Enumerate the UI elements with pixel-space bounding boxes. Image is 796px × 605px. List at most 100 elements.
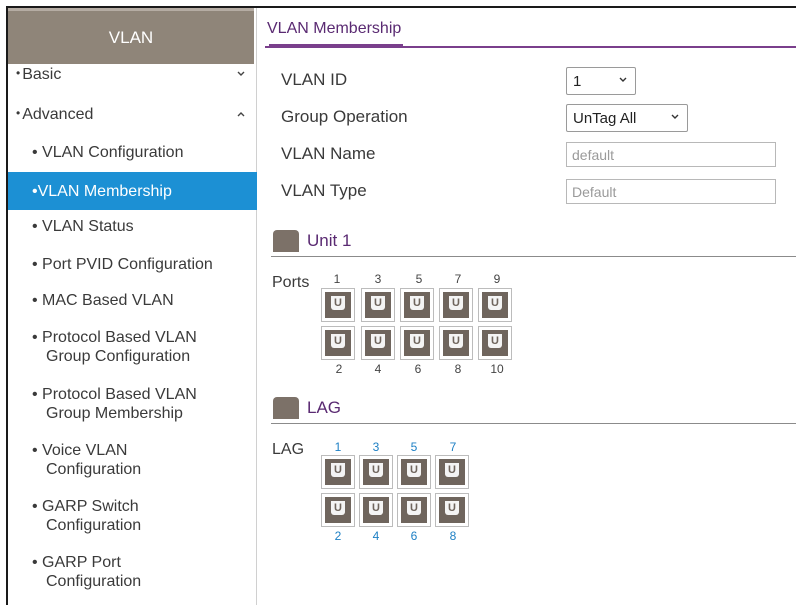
tab-vlan-membership[interactable]: VLAN Membership	[267, 20, 404, 47]
port-mark: U	[371, 334, 385, 348]
sidebar-item-protocol-based-vlan-group-configuration[interactable]: • Protocol Based VLAN Group Configuration	[8, 328, 257, 366]
group-operation-select[interactable]: UnTag All	[566, 104, 688, 132]
sidebar-item-label-line2: Group Membership	[46, 405, 183, 422]
lag-number: 2	[334, 529, 342, 543]
chevron-up-icon	[237, 112, 245, 117]
sidebar-item-vlan-configuration[interactable]: • VLAN Configuration	[8, 143, 257, 162]
sidebar-item-voice-vlan-configuration[interactable]: • Voice VLAN Configuration	[8, 441, 257, 479]
lag-8[interactable]: U	[435, 493, 469, 527]
port-number: 2	[335, 362, 343, 376]
tab-bar: VLAN Membership	[265, 14, 796, 48]
port-7[interactable]: U	[439, 288, 473, 322]
folder-icon	[273, 230, 299, 252]
lag-section-title: LAG	[307, 398, 342, 417]
unit-section-title: Unit 1	[307, 231, 352, 250]
sidebar-item-port-pvid-configuration[interactable]: • Port PVID Configuration	[8, 255, 257, 274]
chevron-down-icon	[237, 71, 245, 76]
port-number: 9	[493, 272, 501, 286]
port-2[interactable]: U	[321, 326, 355, 360]
port-mark: U	[410, 334, 424, 348]
port-icon: U	[365, 330, 391, 356]
port-mark: U	[410, 296, 424, 310]
sidebar-item-label: Protocol Based VLAN	[42, 386, 197, 403]
bullet-icon: •	[16, 106, 21, 120]
sidebar-item-label: Advanced	[22, 106, 94, 123]
port-icon: U	[482, 330, 508, 356]
vlan-name-field[interactable]: default	[566, 142, 776, 167]
lag-3[interactable]: U	[359, 455, 393, 489]
sidebar-item-label: Voice VLAN	[42, 442, 128, 459]
sidebar-item-garp-switch-configuration[interactable]: • GARP Switch Configuration	[8, 497, 257, 535]
sidebar-item-label: MAC Based VLAN	[42, 292, 174, 309]
lag-7[interactable]: U	[435, 455, 469, 489]
group-operation-label: Group Operation	[281, 107, 408, 126]
port-10[interactable]: U	[478, 326, 512, 360]
port-icon: U	[401, 497, 427, 523]
port-icon: U	[443, 330, 469, 356]
port-mark: U	[407, 501, 421, 515]
sidebar-item-advanced[interactable]: • Advanced	[8, 106, 257, 124]
port-6[interactable]: U	[400, 326, 434, 360]
lag-number: 8	[449, 529, 457, 543]
port-number: 7	[454, 272, 462, 286]
lag-label: LAG	[272, 441, 305, 458]
port-4[interactable]: U	[361, 326, 395, 360]
sidebar-item-protocol-based-vlan-group-membership[interactable]: • Protocol Based VLAN Group Membership	[8, 385, 257, 423]
sidebar-item-label-line2: Configuration	[46, 573, 142, 590]
lag-4[interactable]: U	[359, 493, 393, 527]
port-icon: U	[325, 330, 351, 356]
lag-number: 4	[372, 529, 380, 543]
sidebar-item-label: VLAN Configuration	[42, 144, 184, 161]
port-mark: U	[331, 463, 345, 477]
vlan-type-label: VLAN Type	[281, 181, 367, 200]
port-icon: U	[363, 497, 389, 523]
port-8[interactable]: U	[439, 326, 473, 360]
port-icon: U	[404, 292, 430, 318]
port-icon: U	[443, 292, 469, 318]
lag-number: 1	[334, 440, 342, 454]
port-3[interactable]: U	[361, 288, 395, 322]
sidebar-item-garp-port-configuration[interactable]: • GARP Port Configuration	[8, 553, 257, 591]
port-mark: U	[445, 501, 459, 515]
sidebar-item-vlan-membership[interactable]: • VLAN Membership	[8, 172, 257, 210]
port-mark: U	[331, 501, 345, 515]
port-mark: U	[449, 296, 463, 310]
port-number: 3	[374, 272, 382, 286]
port-icon: U	[325, 292, 351, 318]
lag-5[interactable]: U	[397, 455, 431, 489]
port-icon: U	[325, 459, 351, 485]
sidebar-item-basic[interactable]: • Basic	[8, 66, 257, 84]
port-mark: U	[449, 334, 463, 348]
port-number: 6	[414, 362, 422, 376]
ports-label: Ports	[272, 274, 310, 291]
sidebar-item-label: Basic	[22, 66, 62, 83]
sidebar-item-vlan-status[interactable]: • VLAN Status	[8, 217, 257, 236]
vlan-id-select[interactable]: 1	[566, 67, 636, 95]
sidebar-title: VLAN	[8, 8, 254, 64]
sidebar-item-label: VLAN Status	[42, 218, 134, 235]
sidebar-item-mac-based-vlan[interactable]: • MAC Based VLAN	[8, 291, 257, 310]
port-number: 1	[333, 272, 341, 286]
sidebar-item-label-line2: Group Configuration	[46, 348, 191, 365]
lag-number: 6	[410, 529, 418, 543]
chevron-down-icon	[671, 114, 679, 119]
lag-6[interactable]: U	[397, 493, 431, 527]
lag-1[interactable]: U	[321, 455, 355, 489]
vlan-name-value: default	[572, 146, 615, 163]
vlan-type-field: Default	[566, 179, 776, 204]
port-9[interactable]: U	[478, 288, 512, 322]
port-icon: U	[482, 292, 508, 318]
port-mark: U	[488, 334, 502, 348]
port-icon: U	[439, 459, 465, 485]
port-icon: U	[365, 292, 391, 318]
port-mark: U	[331, 296, 345, 310]
lag-number: 5	[410, 440, 418, 454]
lag-number: 7	[449, 440, 457, 454]
port-1[interactable]: U	[321, 288, 355, 322]
sidebar-item-label: Protocol Based VLAN	[42, 329, 197, 346]
sidebar-item-label-line2: Configuration	[46, 461, 142, 478]
vlan-id-value: 1	[573, 72, 582, 90]
port-number: 5	[415, 272, 423, 286]
port-5[interactable]: U	[400, 288, 434, 322]
lag-2[interactable]: U	[321, 493, 355, 527]
